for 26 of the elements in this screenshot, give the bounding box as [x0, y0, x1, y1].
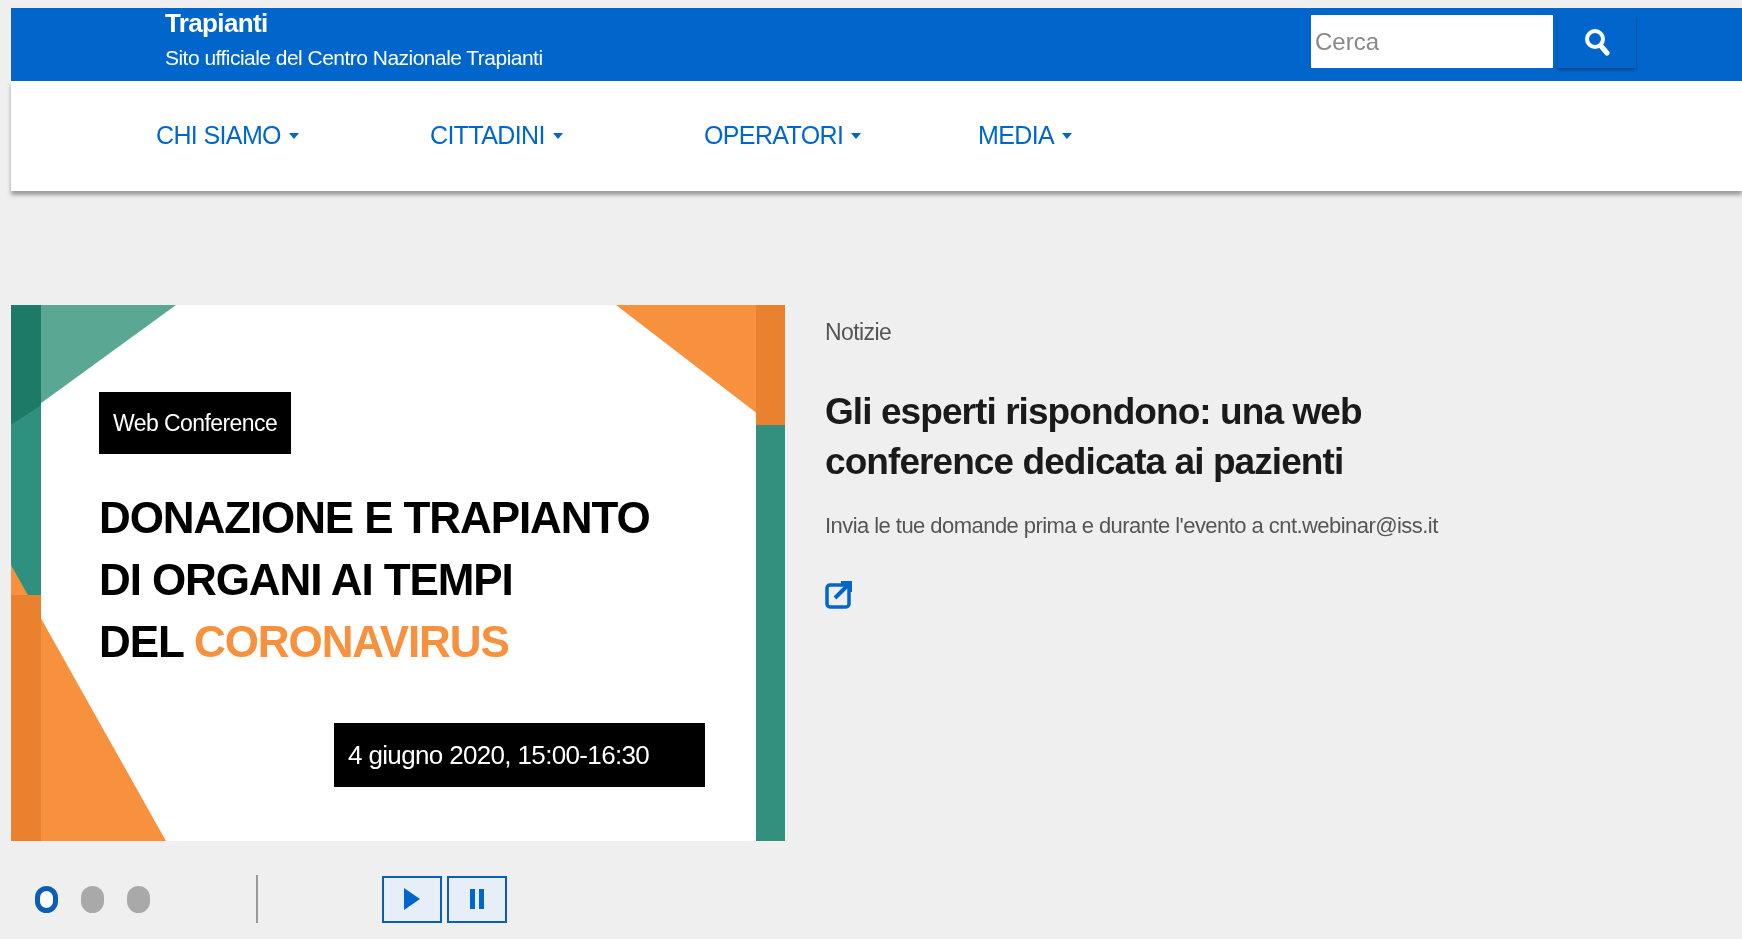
event-date: 4 giugno 2020, 15:00-16:30 — [334, 723, 705, 787]
caret-icon — [552, 133, 563, 139]
caret-icon — [851, 133, 862, 139]
play-button[interactable] — [382, 875, 442, 923]
nav-item[interactable]: MEDIA — [978, 117, 1252, 155]
search-button[interactable] — [1558, 15, 1636, 68]
site-subtitle: Sito ufficiale del Centro Nazionale Trapianti — [165, 45, 543, 71]
headline-line: DONAZIONE E TRAPIANTO — [99, 492, 650, 544]
news-description: Invia le tue domande prima e durante l'evento a cnt.webinar@iss.it — [825, 511, 1440, 540]
external-link-icon[interactable] — [825, 579, 853, 610]
pause-icon — [470, 889, 484, 909]
search-icon — [1584, 27, 1610, 56]
news-title: Gli esperti rispondono: una web conference dedicata ai pazienti — [825, 389, 1363, 484]
nav-item[interactable]: OPERATORI — [704, 117, 978, 155]
nav-item[interactable]: CITTADINI — [430, 117, 704, 155]
headline-line: DEL CORONAVIRUS — [99, 616, 510, 668]
news-category: Notizie — [825, 318, 893, 347]
event-label: Web Conference — [99, 392, 292, 454]
site-title: Trapianti — [165, 8, 269, 38]
caret-icon — [288, 133, 299, 139]
search-field[interactable]: Cerca — [1311, 15, 1553, 68]
nav-item[interactable]: CHI SIAMO — [156, 117, 430, 155]
headline-line: DI ORGANI AI TEMPI — [99, 554, 514, 606]
play-icon — [404, 888, 420, 910]
caret-icon — [1062, 133, 1073, 139]
pause-button[interactable] — [447, 875, 507, 923]
